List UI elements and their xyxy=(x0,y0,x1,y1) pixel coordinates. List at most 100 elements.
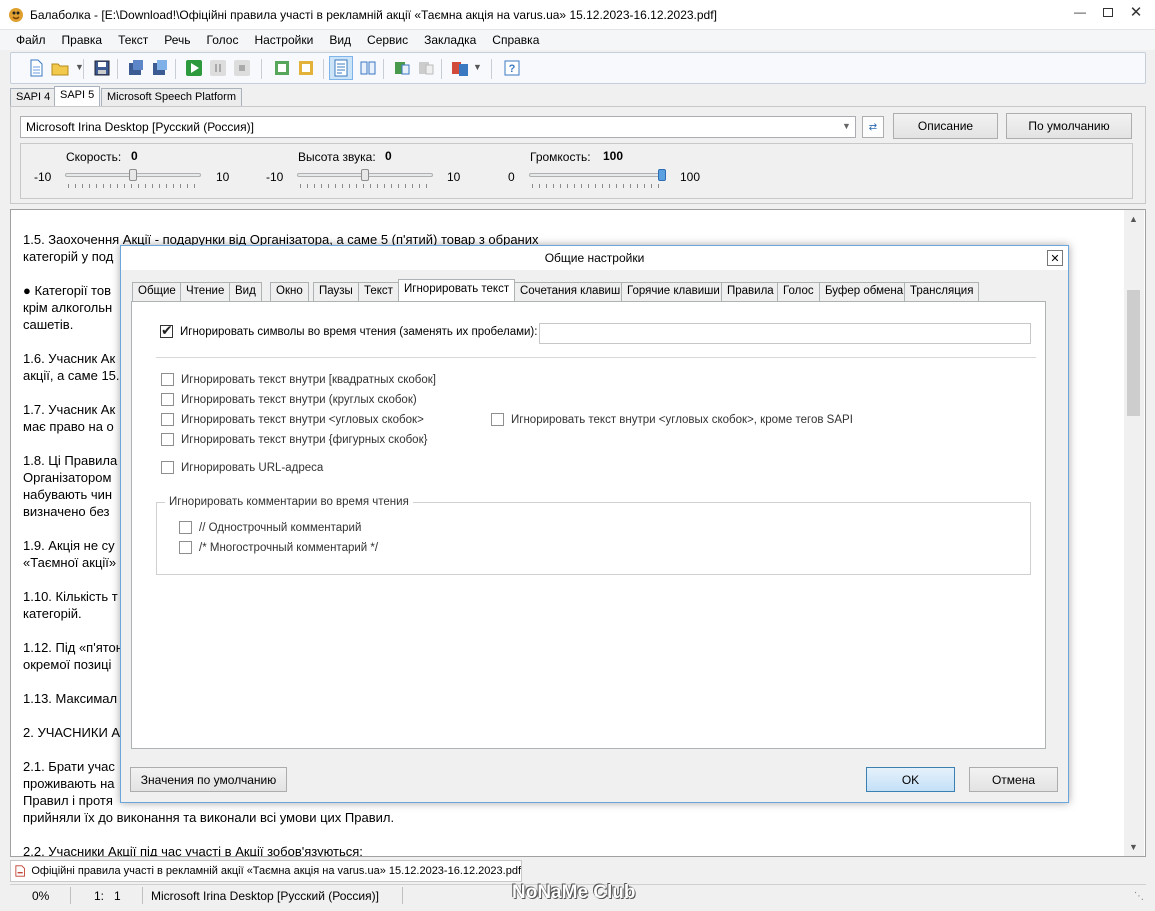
voice-select[interactable]: Microsoft Irina Desktop [Русский (Россия… xyxy=(20,116,856,138)
new-document-icon[interactable] xyxy=(27,59,45,77)
tab-microsoft-speech-platform[interactable]: Microsoft Speech Platform xyxy=(101,88,242,106)
ignore-urls-checkbox[interactable] xyxy=(161,461,174,474)
pitch-label: Высота звука: xyxy=(298,150,376,164)
translate-dropdown-icon[interactable]: ▼ xyxy=(473,62,482,72)
open-folder-icon[interactable] xyxy=(51,59,69,77)
scroll-down-icon[interactable]: ▼ xyxy=(1129,842,1138,852)
comments-group-legend: Игнорировать комментарии во время чтения xyxy=(165,496,413,508)
tab-broadcast[interactable]: Трансляция xyxy=(904,282,980,301)
ignore-angle-brackets-except-sapi-checkbox[interactable] xyxy=(491,413,504,426)
save-audio-icon[interactable] xyxy=(127,59,145,77)
save-icon[interactable] xyxy=(93,59,111,77)
tab-ignore-text[interactable]: Игнорировать текст xyxy=(398,279,516,302)
cancel-button[interactable]: Отмена xyxy=(969,767,1058,792)
translate-icon[interactable] xyxy=(451,59,469,77)
ignore-chars-option[interactable]: Игнорировать символы во время чтения (за… xyxy=(160,322,537,339)
ignore-round-brackets-option[interactable]: Игнорировать текст внутри (круглых скобо… xyxy=(161,393,417,406)
menu-voice[interactable]: Голос xyxy=(199,33,247,47)
ignore-angle-brackets-label: Игнорировать текст внутри <угловых скобо… xyxy=(181,413,424,426)
menu-speech[interactable]: Речь xyxy=(156,33,198,47)
maximize-button[interactable] xyxy=(1093,0,1123,24)
scroll-up-icon[interactable]: ▲ xyxy=(1129,214,1138,224)
text-format-icon[interactable] xyxy=(332,59,350,77)
describe-voice-button[interactable]: Описание xyxy=(893,113,998,139)
ignore-angle-brackets-option[interactable]: Игнорировать текст внутри <угловых скобо… xyxy=(161,413,424,426)
stop-icon[interactable] xyxy=(233,59,251,77)
ignore-chars-checkbox[interactable] xyxy=(160,322,173,339)
window-title: Балаболка - [E:\Download!\Офіційні прави… xyxy=(30,8,717,22)
doc-line: 1.13. Максимал xyxy=(23,691,118,706)
tab-reading[interactable]: Чтение xyxy=(180,282,231,301)
tab-text[interactable]: Текст xyxy=(358,282,399,301)
volume-value: 100 xyxy=(603,149,624,163)
resize-grip-icon[interactable]: ⋱ xyxy=(1134,891,1144,902)
menu-help[interactable]: Справка xyxy=(484,33,547,47)
batch-convert-icon[interactable] xyxy=(151,59,169,77)
pitch-slider-thumb[interactable] xyxy=(361,169,369,181)
ignore-round-brackets-checkbox[interactable] xyxy=(161,393,174,406)
ignore-square-brackets-option[interactable]: Игнорировать текст внутри [квадратных ск… xyxy=(161,373,436,386)
tab-pauses[interactable]: Паузы xyxy=(313,282,359,301)
document-tab[interactable]: Офіційні правила участі в рекламній акці… xyxy=(10,860,522,882)
default-voice-button[interactable]: По умолчанию xyxy=(1006,113,1132,139)
close-window-button[interactable]: ✕ xyxy=(1121,0,1151,24)
ignore-angle-brackets-except-sapi-option[interactable]: Игнорировать текст внутри <угловых скобо… xyxy=(491,413,853,426)
doc-line: окремої позиці xyxy=(23,657,112,672)
ignore-urls-option[interactable]: Игнорировать URL-адреса xyxy=(161,461,323,474)
scrollbar-thumb[interactable] xyxy=(1127,290,1140,416)
next-sentence-icon[interactable] xyxy=(297,59,315,77)
menu-service[interactable]: Сервис xyxy=(359,33,416,47)
prev-sentence-icon[interactable] xyxy=(273,59,291,77)
status-progress: 0% xyxy=(32,889,50,903)
tab-rules[interactable]: Правила xyxy=(721,282,780,301)
ignore-curly-brackets-option[interactable]: Игнорировать текст внутри {фигурных скоб… xyxy=(161,433,427,446)
doc-line: ● Категорії тов xyxy=(23,283,111,298)
tab-view[interactable]: Вид xyxy=(229,282,262,301)
single-line-comment-option[interactable]: // Однострочный комментарий xyxy=(179,521,361,534)
tab-clipboard[interactable]: Буфер обмена xyxy=(819,282,910,301)
dialog-close-button[interactable]: ✕ xyxy=(1047,250,1063,266)
menu-view[interactable]: Вид xyxy=(321,33,359,47)
tab-voice[interactable]: Голос xyxy=(777,282,820,301)
tab-key-combinations[interactable]: Сочетания клавиш xyxy=(514,282,627,301)
tab-window[interactable]: Окно xyxy=(270,282,309,301)
book-icon[interactable] xyxy=(359,59,377,77)
menu-text[interactable]: Текст xyxy=(110,33,156,47)
pause-icon[interactable] xyxy=(209,59,227,77)
menu-file[interactable]: Файл xyxy=(8,33,54,47)
menu-edit[interactable]: Правка xyxy=(54,33,111,47)
ignore-chars-input[interactable] xyxy=(539,323,1031,344)
volume-slider-thumb[interactable] xyxy=(658,169,666,181)
voice-left-icon[interactable] xyxy=(393,59,411,77)
tab-general[interactable]: Общие xyxy=(132,282,182,301)
multi-line-comment-option[interactable]: /* Многострочный комментарий */ xyxy=(179,541,378,554)
chevron-down-icon[interactable]: ▼ xyxy=(842,121,851,131)
restore-defaults-button[interactable]: Значения по умолчанию xyxy=(130,767,287,792)
comments-group xyxy=(156,502,1031,575)
single-line-comment-checkbox[interactable] xyxy=(179,521,192,534)
help-icon[interactable]: ? xyxy=(503,59,521,77)
menu-bookmark[interactable]: Закладка xyxy=(416,33,484,47)
ignore-angle-brackets-checkbox[interactable] xyxy=(161,413,174,426)
voice-right-icon[interactable] xyxy=(417,59,435,77)
minimize-button[interactable]: — xyxy=(1065,0,1095,24)
ok-button[interactable]: OK xyxy=(866,767,955,792)
ignore-square-brackets-label: Игнорировать текст внутри [квадратных ск… xyxy=(181,373,436,386)
volume-min: 0 xyxy=(508,170,515,184)
play-icon[interactable] xyxy=(185,59,203,77)
doc-line: визначено без xyxy=(23,504,110,519)
speed-slider-thumb[interactable] xyxy=(129,169,137,181)
tab-sapi4[interactable]: SAPI 4 xyxy=(10,88,57,106)
multi-line-comment-checkbox[interactable] xyxy=(179,541,192,554)
ignore-square-brackets-checkbox[interactable] xyxy=(161,373,174,386)
volume-slider-track[interactable] xyxy=(529,173,665,177)
doc-line: Правил і протя xyxy=(23,793,113,808)
menu-settings[interactable]: Настройки xyxy=(246,33,321,47)
close-icon: ✕ xyxy=(1129,4,1143,21)
doc-line: категорій у под xyxy=(23,249,114,264)
refresh-voices-button[interactable]: ⇄ xyxy=(862,116,884,138)
ignore-curly-brackets-checkbox[interactable] xyxy=(161,433,174,446)
tab-sapi5[interactable]: SAPI 5 xyxy=(54,86,101,107)
tab-hotkeys[interactable]: Горячие клавиши xyxy=(621,282,726,301)
divider xyxy=(156,357,1036,358)
